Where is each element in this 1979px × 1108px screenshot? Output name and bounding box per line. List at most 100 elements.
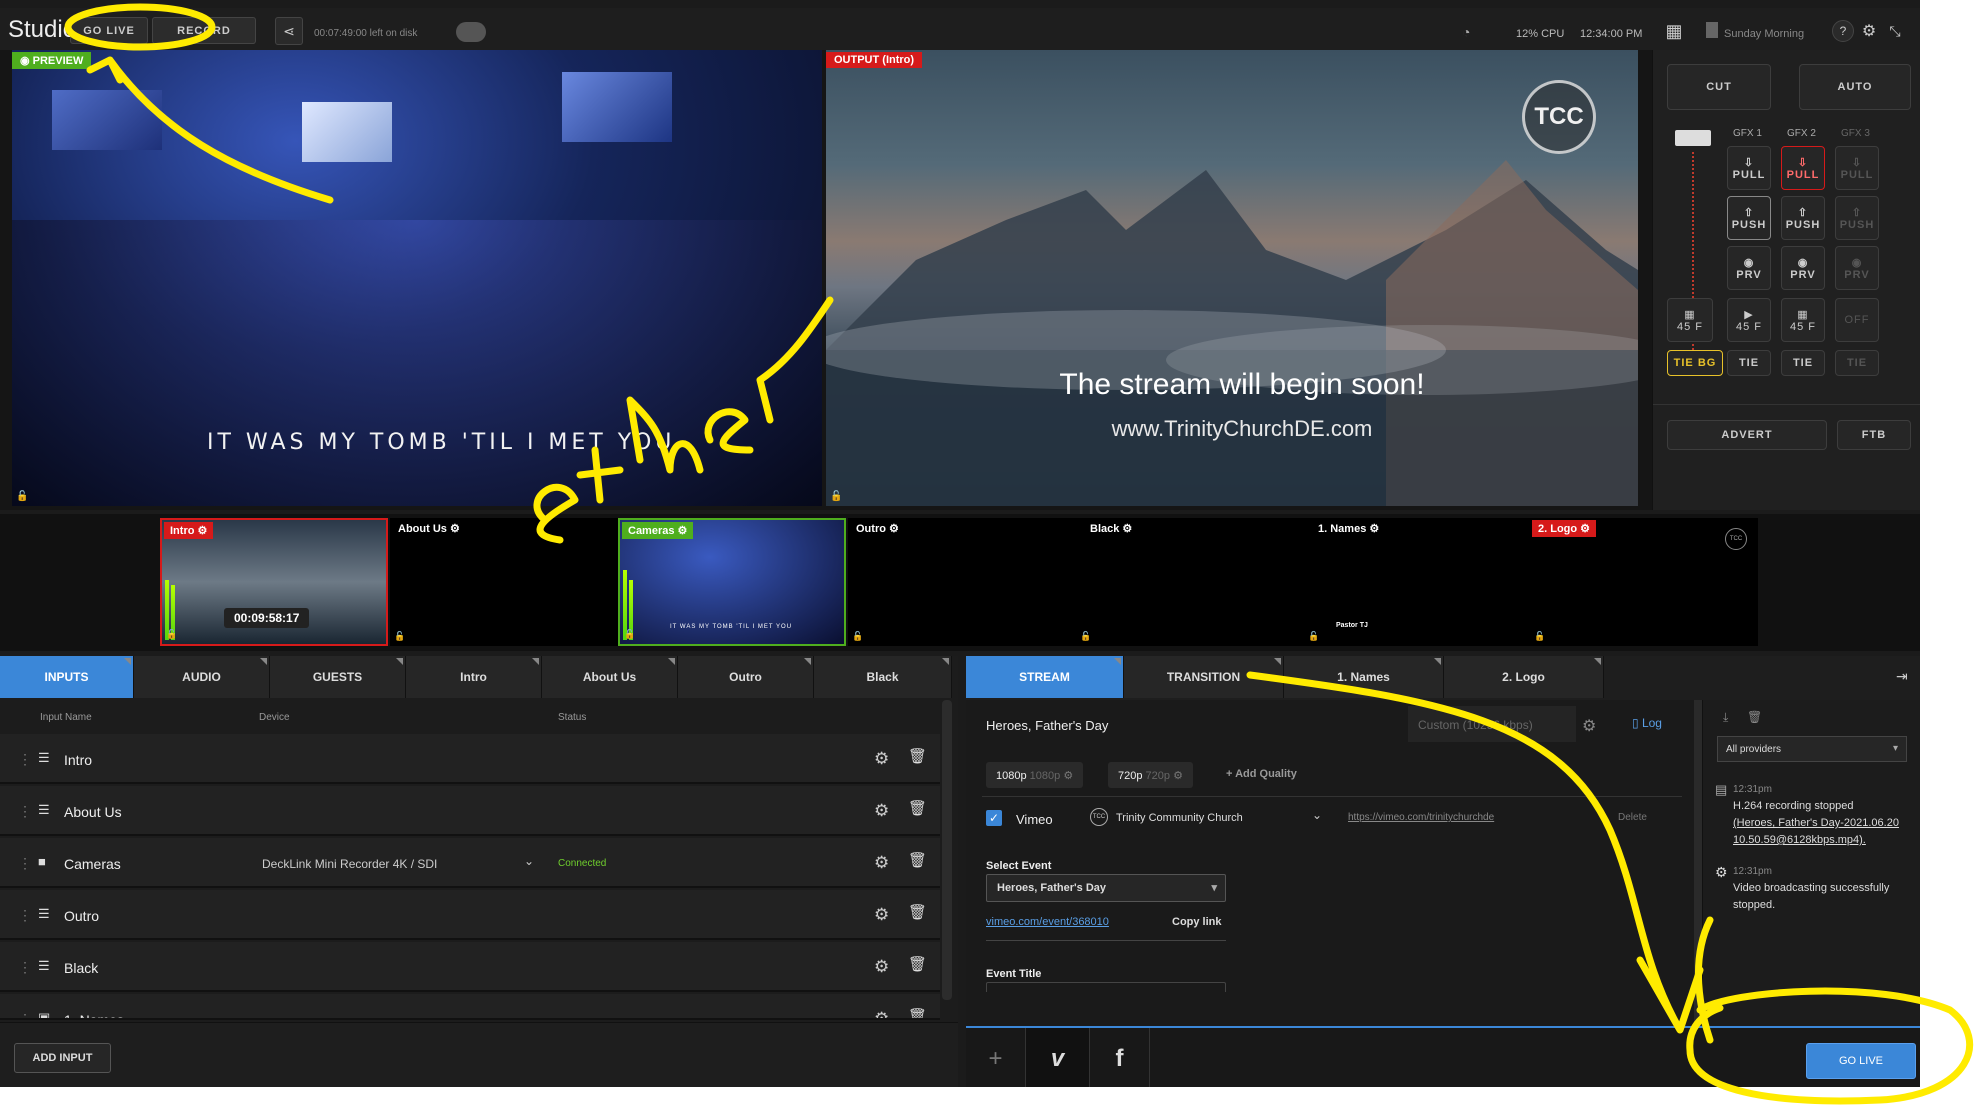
chevron-down-icon[interactable]: ⌄ [524, 854, 534, 868]
quality-1080p[interactable]: 1080p 1080p ⚙ [986, 762, 1084, 788]
input-device[interactable]: DeckLink Mini Recorder 4K / SDI [262, 857, 437, 871]
gear-icon[interactable]: ⚙ [874, 749, 889, 769]
chevron-down-icon[interactable]: ⌄ [1312, 808, 1322, 822]
lock-icon[interactable]: 🔓 [624, 629, 635, 640]
lock-icon[interactable]: 🔓 [166, 629, 177, 640]
download-icon[interactable]: ⤓ [1723, 710, 1728, 725]
advert-button[interactable]: ADVERT [1667, 420, 1827, 450]
drag-handle-icon[interactable]: ⋮ [18, 907, 32, 924]
event-select[interactable]: Heroes, Father's Day ▾ [986, 874, 1226, 902]
add-input-button[interactable]: ADD INPUT [14, 1043, 111, 1073]
gfx1-preview-button[interactable]: ◉ PRV [1727, 246, 1771, 290]
trash-icon[interactable]: 🗑 [908, 799, 927, 817]
tab-audio[interactable]: AUDIO [134, 656, 270, 698]
custom-bitrate-input[interactable]: Custom (10256 kbps) [1408, 706, 1576, 742]
source-cameras[interactable]: Cameras ⚙ IT WAS MY TOMB 'TIL I MET YOU … [618, 518, 846, 646]
delete-provider[interactable]: Delete [1618, 812, 1647, 823]
facebook-icon[interactable]: f [1090, 1028, 1150, 1087]
drag-handle-icon[interactable]: ⋮ [18, 803, 32, 820]
preview-monitor[interactable]: ◉ PREVIEW IT WAS MY TOMB 'TIL I MET YOU … [12, 50, 822, 506]
lock-icon[interactable]: 🔓 [394, 631, 405, 642]
gear-icon[interactable]: ⚙ [874, 905, 889, 925]
account-select[interactable]: Trinity Community Church [1116, 812, 1243, 824]
trash-icon[interactable]: 🗑 [908, 851, 927, 869]
add-quality-button[interactable]: + Add Quality [1226, 768, 1297, 780]
gfx1-pull-button[interactable]: ⇩ PULL [1727, 146, 1771, 190]
tab-black[interactable]: Black [814, 656, 952, 698]
copy-link-button[interactable]: Copy link [1172, 916, 1222, 928]
help-icon[interactable]: ? [1832, 20, 1854, 42]
gfx1-push-button[interactable]: ⇧ PUSH [1727, 196, 1771, 240]
drag-handle-icon[interactable]: ⋮ [18, 1011, 32, 1018]
lock-icon[interactable]: 🔓 [1534, 631, 1545, 642]
trash-icon[interactable]: 🗑 [908, 955, 927, 973]
tab-logo[interactable]: 2. Logo [1444, 656, 1604, 698]
gear-icon[interactable]: ⚙ [1582, 716, 1596, 736]
gfx2-push-button[interactable]: ⇧ PUSH [1781, 196, 1825, 240]
tab-inputs[interactable]: INPUTS [0, 656, 134, 698]
preview-lock-icon[interactable]: 🔓 [16, 491, 28, 502]
drag-handle-icon[interactable]: ⋮ [18, 751, 32, 768]
tab-guests[interactable]: GUESTS [270, 656, 406, 698]
trash-icon[interactable]: 🗑 [1747, 710, 1762, 724]
ftb-button[interactable]: FTB [1837, 420, 1911, 450]
input-row-about-us[interactable]: ⋮ ☰ About Us ⚙ 🗑 [0, 786, 940, 836]
event-link[interactable]: vimeo.com/event/368010 [986, 916, 1109, 928]
gear-icon[interactable]: ⚙ [874, 1009, 889, 1018]
tab-intro[interactable]: Intro [406, 656, 542, 698]
inputs-scrollbar[interactable] [942, 700, 952, 1000]
input-row-names[interactable]: ⋮ ▣ 1. Names ⚙ 🗑 [0, 994, 940, 1020]
gfx3-preview-button[interactable]: ◉ PRV [1835, 246, 1879, 290]
gfx3-pull-button[interactable]: ⇩ PULL [1835, 146, 1879, 190]
gear-icon[interactable]: ⚙ [874, 853, 889, 873]
gfx3-duration[interactable]: OFF [1835, 298, 1879, 342]
gfx2-tie-button[interactable]: TIE [1781, 350, 1825, 376]
auto-button[interactable]: AUTO [1799, 64, 1911, 110]
transition-duration-main[interactable]: ▦ 45 F [1667, 298, 1713, 342]
gfx2-duration[interactable]: ▦ 45 F [1781, 298, 1825, 342]
vimeo-icon[interactable]: v [1026, 1028, 1090, 1087]
tab-names[interactable]: 1. Names [1284, 656, 1444, 698]
output-lock-icon[interactable]: 🔓 [830, 491, 842, 502]
log-toggle[interactable]: ▯ Log [1632, 716, 1662, 730]
gfx1-duration[interactable]: ▶ 45 F [1727, 298, 1771, 342]
log-file-link[interactable]: (Heroes, Father's Day-2021.06.20 10.50.5… [1733, 815, 1903, 849]
gfx1-tie-button[interactable]: TIE [1727, 350, 1771, 376]
tab-transition[interactable]: TRANSITION [1124, 656, 1284, 698]
cut-button[interactable]: CUT [1667, 64, 1771, 110]
gfx3-push-button[interactable]: ⇧ PUSH [1835, 196, 1879, 240]
gear-icon[interactable]: ⚙ [874, 801, 889, 821]
event-title-input[interactable] [986, 982, 1226, 992]
trash-icon[interactable]: 🗑 [908, 747, 927, 765]
source-about-us[interactable]: About Us ⚙ 🔓 [390, 518, 618, 646]
tab-stream[interactable]: STREAM [966, 656, 1124, 698]
source-logo[interactable]: 2. Logo ⚙ TCC 🔓 [1530, 518, 1758, 646]
collapse-panel-icon[interactable]: ⇥ [1896, 668, 1908, 685]
drag-handle-icon[interactable]: ⋮ [18, 855, 32, 872]
t-bar[interactable] [1673, 130, 1713, 380]
account-url[interactable]: https://vimeo.com/trinitychurchde [1348, 812, 1494, 823]
source-outro[interactable]: Outro ⚙ 🔓 [848, 518, 1076, 646]
trash-icon[interactable]: 🗑 [908, 1007, 927, 1018]
add-provider-icon[interactable]: + [966, 1028, 1026, 1087]
settings-gear-icon[interactable]: ⚙ [1858, 20, 1880, 42]
share-icon[interactable]: ⋖ [275, 17, 303, 45]
tab-outro[interactable]: Outro [678, 656, 814, 698]
lock-icon[interactable]: 🔓 [852, 631, 863, 642]
tab-about-us[interactable]: About Us [542, 656, 678, 698]
tie-bg-button[interactable]: TIE BG [1667, 350, 1723, 376]
collapse-icon[interactable]: ⤡ [1884, 20, 1906, 42]
source-intro[interactable]: Intro ⚙ 00:09:58:17 🔓 [160, 518, 388, 646]
gfx2-pull-button[interactable]: ⇩ PULL [1781, 146, 1825, 190]
trash-icon[interactable]: 🗑 [908, 903, 927, 921]
output-monitor[interactable]: OUTPUT (Intro) TCC The stream will begin… [826, 50, 1638, 506]
drag-handle-icon[interactable]: ⋮ [18, 959, 32, 976]
lock-icon[interactable]: 🔓 [1308, 631, 1319, 642]
go-live-button[interactable]: GO LIVE [1806, 1043, 1916, 1079]
quality-720p[interactable]: 720p 720p ⚙ [1108, 762, 1193, 788]
input-row-intro[interactable]: ⋮ ☰ Intro ⚙ 🗑 [0, 734, 940, 784]
provider-filter[interactable]: All providers ▾ [1717, 736, 1907, 762]
gfx3-tie-button[interactable]: TIE [1835, 350, 1879, 376]
stream-title[interactable]: Heroes, Father's Day [986, 718, 1108, 733]
gfx2-preview-button[interactable]: ◉ PRV [1781, 246, 1825, 290]
